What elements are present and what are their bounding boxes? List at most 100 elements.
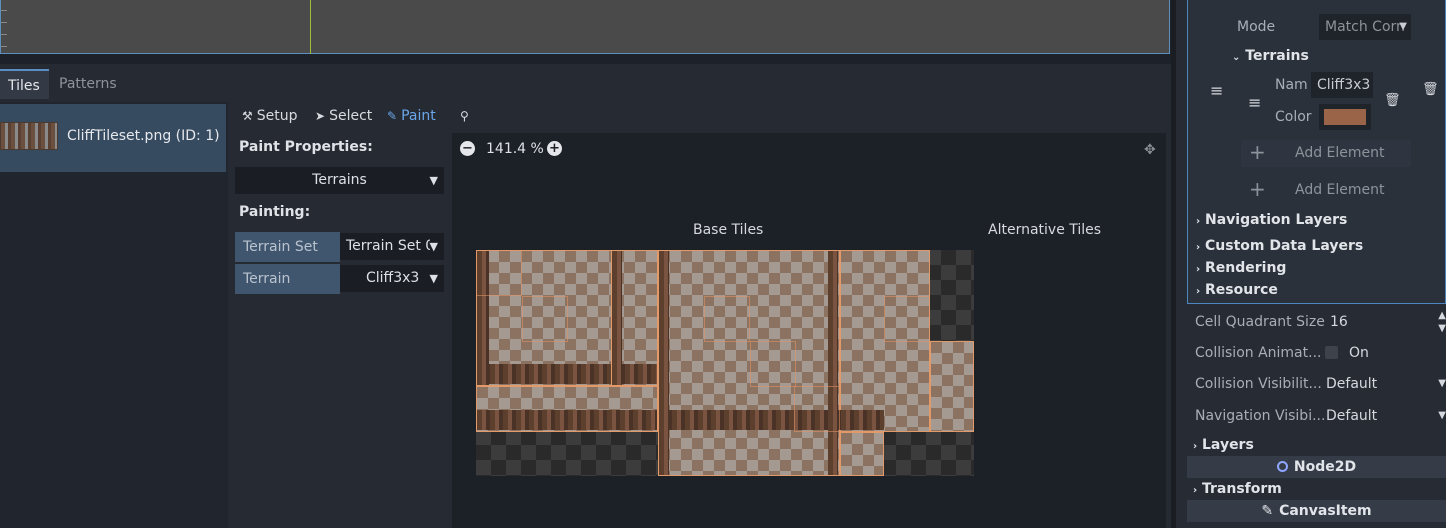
plus-icon: +: [1249, 140, 1266, 164]
eyedropper-icon: ⚲: [460, 109, 469, 123]
drag-handle-icon[interactable]: ≡: [1210, 81, 1223, 100]
terrains-label: Terrains: [1245, 48, 1309, 64]
grid-cell: [884, 296, 930, 342]
node2d-icon: [1276, 461, 1288, 472]
chevron-down-icon: ▼: [429, 233, 438, 260]
resource-label: Resource: [1205, 282, 1278, 298]
navigation-vis-value: Default: [1326, 408, 1378, 424]
transform-section[interactable]: › Transform: [1193, 481, 1282, 497]
rock-edge: [477, 410, 657, 430]
cell-quadrant-value: 16: [1330, 314, 1348, 330]
grid-cell: [750, 341, 796, 387]
rock-edge: [477, 364, 611, 384]
mode-value: Match Corn: [1325, 19, 1405, 35]
zoom-in-button[interactable]: +: [547, 141, 562, 156]
tileset-thumbnail: [0, 122, 58, 150]
paint-properties-dropdown[interactable]: Terrains ▼: [235, 167, 444, 194]
move-icon[interactable]: ✥: [1144, 142, 1156, 158]
viewport-axis-line: [310, 0, 311, 54]
paint-label: Paint: [401, 108, 436, 124]
name-label: Nam: [1275, 77, 1308, 93]
node2d-label: Node2D: [1293, 459, 1357, 475]
navigation-layers-label: Navigation Layers: [1205, 212, 1348, 228]
viewport[interactable]: [0, 0, 1170, 54]
rendering-section[interactable]: › Rendering: [1196, 260, 1286, 276]
add-element-label: Add Element: [1295, 182, 1385, 198]
tile-block[interactable]: [840, 432, 884, 476]
setup-label: Setup: [256, 108, 298, 124]
layers-section[interactable]: › Layers: [1193, 437, 1254, 453]
ruler-tick: [1, 34, 7, 35]
paint-properties-value: Terrains: [312, 172, 367, 188]
rock-edge: [659, 251, 669, 475]
zoom-out-button[interactable]: −: [460, 141, 475, 156]
collision-anim-value: On: [1349, 345, 1369, 361]
add-element-button[interactable]: + Add Element: [1241, 177, 1411, 204]
canvas-item-label: CanvasItem: [1279, 503, 1372, 519]
terrain-set-value: Terrain Set 0: [346, 238, 435, 254]
trash-icon[interactable]: 🗑: [1422, 82, 1439, 97]
tile-block[interactable]: [930, 341, 974, 432]
spin-arrows-icon: ▲ ▼: [1438, 310, 1446, 334]
custom-data-layers-label: Custom Data Layers: [1205, 238, 1364, 254]
transform-label: Transform: [1202, 481, 1282, 497]
trash-icon[interactable]: 🗑: [1384, 93, 1401, 108]
custom-data-layers-section[interactable]: › Custom Data Layers: [1196, 238, 1363, 254]
base-tiles-label: Base Tiles: [693, 222, 764, 238]
color-label: Color: [1275, 109, 1312, 125]
setup-button[interactable]: ⚒ Setup: [242, 106, 298, 126]
cell-quadrant-spinbox[interactable]: 16 ▲ ▼: [1324, 309, 1446, 335]
select-button[interactable]: ➤ Select: [315, 106, 372, 126]
canvas-item-header: ✎ CanvasItem: [1187, 500, 1446, 522]
rock-edge: [659, 410, 884, 430]
ruler-tick: [1, 22, 7, 23]
tab-tiles[interactable]: Tiles: [0, 69, 49, 99]
grid-cell: [794, 386, 840, 432]
mode-label: Mode: [1237, 19, 1276, 35]
brush-icon: ✎: [1261, 503, 1274, 519]
paint-button[interactable]: ✎ Paint: [387, 106, 436, 126]
terrain-value: Cliff3x3: [366, 270, 420, 286]
collision-vis-dropdown[interactable]: Default ▼: [1320, 371, 1446, 397]
terrain-color-picker[interactable]: [1319, 104, 1371, 130]
chevron-down-icon: ▼: [1399, 21, 1407, 32]
rock-edge: [612, 364, 657, 384]
terrains-header[interactable]: ⌄ Terrains: [1232, 48, 1309, 64]
eyedropper-button[interactable]: ⚲: [460, 106, 473, 126]
terrain-set-label: Terrain Set: [235, 232, 340, 262]
resource-section[interactable]: › Resource: [1196, 282, 1278, 298]
drag-handle-icon[interactable]: ≡: [1248, 93, 1261, 112]
cursor-icon: ➤: [315, 109, 326, 123]
grid-cell: [522, 296, 568, 342]
navigation-layers-section[interactable]: › Navigation Layers: [1196, 212, 1347, 228]
collision-vis-label: Collision Visibilit...: [1195, 376, 1322, 392]
rock-edge: [828, 251, 838, 475]
chevron-down-icon: ▼: [429, 174, 438, 187]
node2d-header: Node2D: [1187, 456, 1446, 478]
chevron-down-icon: ▼: [1438, 410, 1446, 421]
terrain-label: Terrain: [235, 264, 340, 294]
tile-block[interactable]: [658, 250, 840, 476]
chevron-down-icon: ⌄: [1232, 52, 1241, 63]
terrain-dropdown[interactable]: Cliff3x3 ▼: [340, 265, 444, 292]
collision-vis-value: Default: [1326, 376, 1378, 392]
select-label: Select: [329, 108, 373, 124]
collision-anim-checkbox[interactable]: [1325, 346, 1338, 359]
navigation-vis-label: Navigation Visibi...: [1195, 408, 1326, 424]
wrench-icon: ⚒: [242, 109, 253, 123]
terrain-set-dropdown[interactable]: Terrain Set 0 ▼: [340, 233, 444, 260]
brush-icon: ✎: [387, 109, 398, 123]
navigation-vis-dropdown[interactable]: Default ▼: [1320, 403, 1446, 429]
chevron-down-icon: ▼: [429, 272, 438, 285]
plus-icon: +: [1249, 177, 1266, 201]
ruler-tick: [1, 46, 7, 47]
layers-label: Layers: [1202, 437, 1254, 453]
tab-patterns[interactable]: Patterns: [49, 69, 127, 99]
alternative-tiles-label: Alternative Tiles: [988, 222, 1102, 238]
grid-cell: [704, 296, 750, 342]
rendering-label: Rendering: [1205, 260, 1287, 276]
chevron-down-icon: ▼: [1438, 378, 1446, 389]
terrain-name-field[interactable]: Cliff3x3: [1311, 72, 1373, 98]
mode-dropdown[interactable]: Match Corn ▼: [1319, 14, 1411, 40]
add-element-button[interactable]: + Add Element: [1241, 140, 1411, 167]
